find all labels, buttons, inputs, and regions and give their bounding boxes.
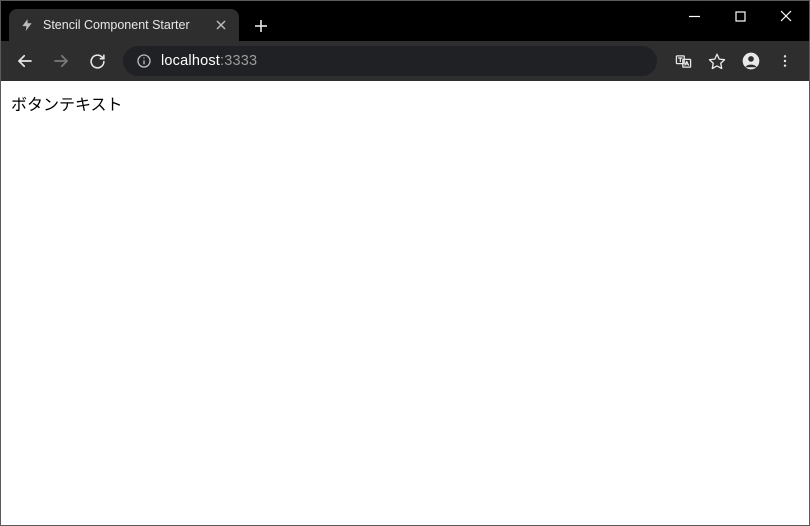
tab-title: Stencil Component Starter [43,18,205,32]
url-port: :3333 [220,53,257,69]
toolbar-right-icons [667,45,801,77]
maximize-button[interactable] [717,1,763,31]
window-controls [671,1,809,33]
profile-icon[interactable] [735,45,767,77]
close-window-button[interactable] [763,1,809,31]
url-host: localhost [161,53,220,69]
lightning-icon [19,17,35,33]
page-content: ボタンテキスト [1,81,809,525]
close-icon[interactable] [213,17,229,33]
back-button[interactable] [9,45,41,77]
forward-button[interactable] [45,45,77,77]
url-text: localhost:3333 [161,53,257,69]
new-tab-button[interactable] [247,12,275,40]
reload-button[interactable] [81,45,113,77]
tab-strip: Stencil Component Starter [1,1,275,41]
star-icon[interactable] [701,45,733,77]
browser-toolbar: localhost:3333 [1,41,809,81]
minimize-button[interactable] [671,1,717,31]
address-bar[interactable]: localhost:3333 [123,46,657,76]
info-icon[interactable] [135,52,153,70]
translate-icon[interactable] [667,45,699,77]
body-text: ボタンテキスト [11,91,799,115]
browser-tab-active[interactable]: Stencil Component Starter [9,9,239,41]
window-titlebar: Stencil Component Starter [1,1,809,41]
menu-icon[interactable] [769,45,801,77]
